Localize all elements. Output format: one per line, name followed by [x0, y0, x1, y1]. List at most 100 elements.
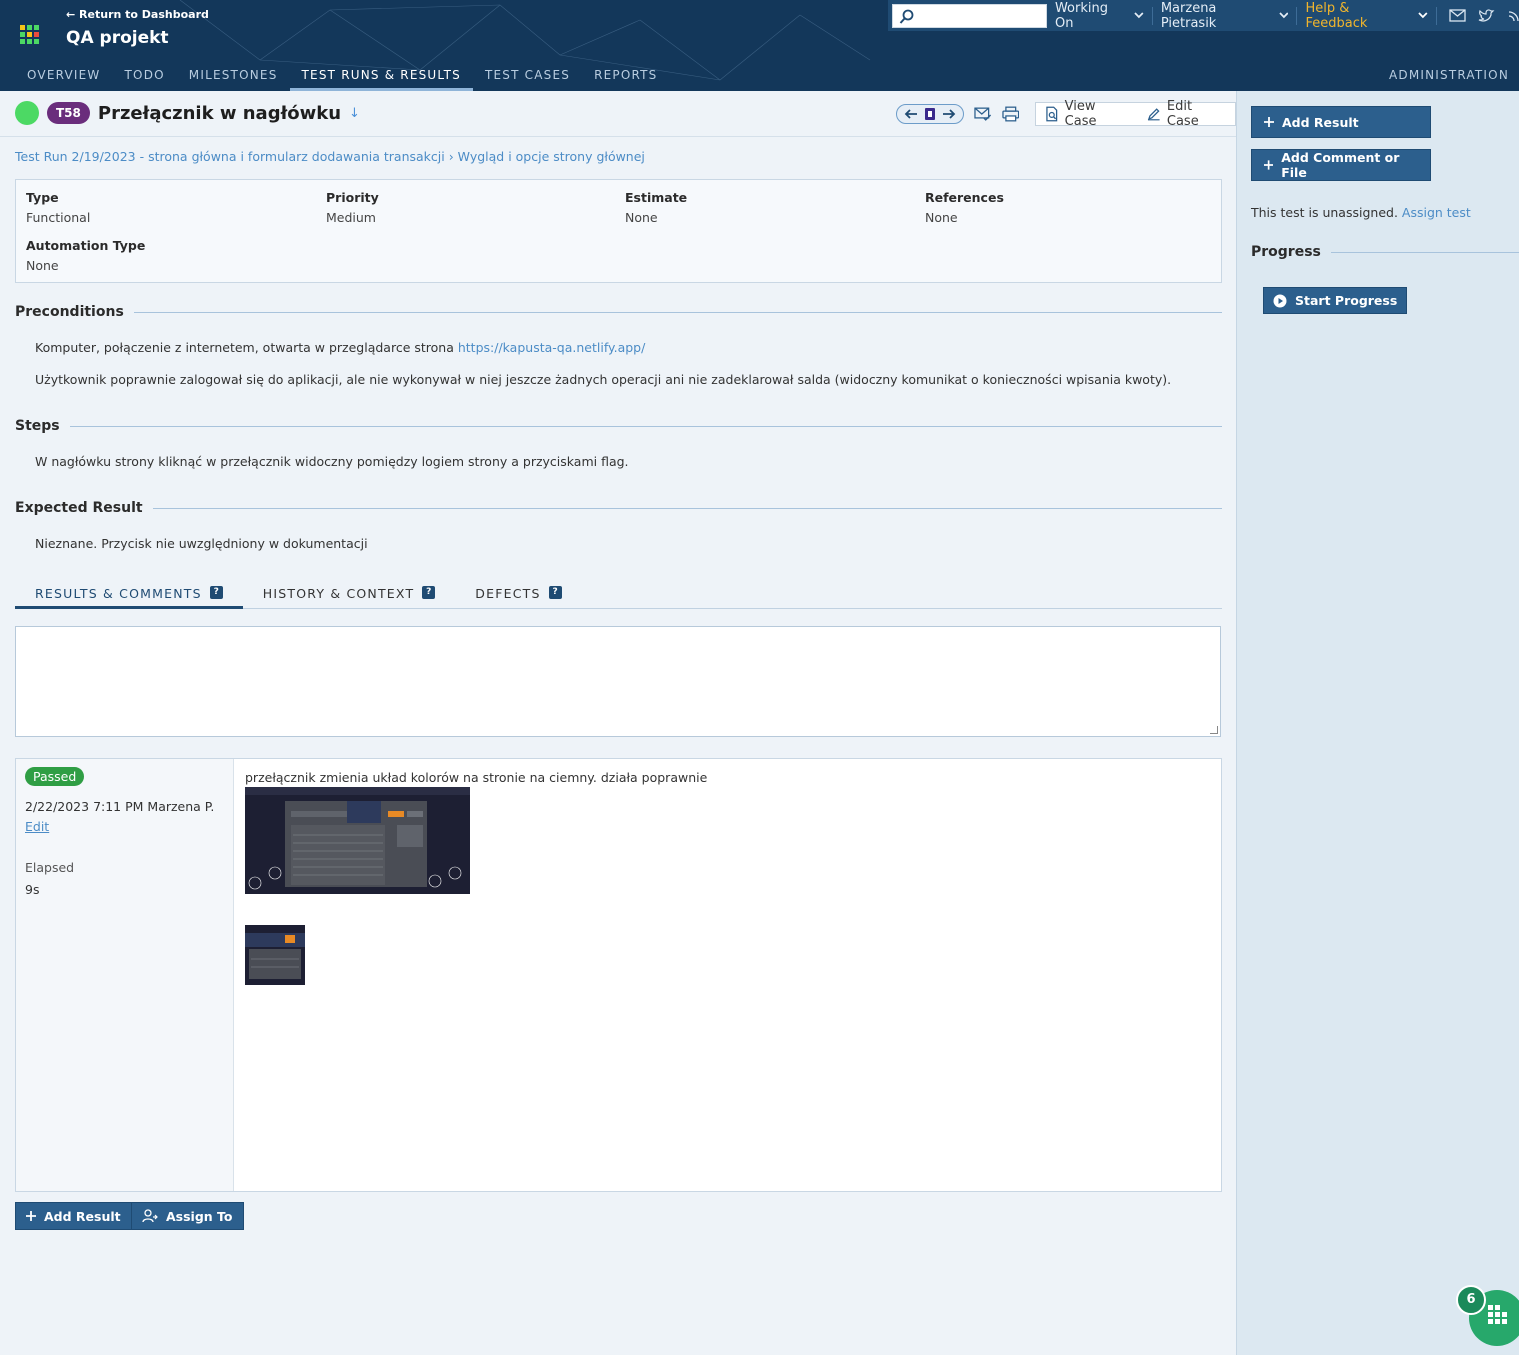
working-on-label: Working On	[1054, 0, 1108, 31]
tab-history-label: HISTORY & CONTEXT	[262, 586, 415, 601]
tab-defects[interactable]: DEFECTS ?	[455, 581, 581, 609]
add-comment-label: Add Comment or File	[1281, 150, 1400, 180]
field-estimate-label: Estimate	[625, 190, 688, 205]
project-title[interactable]: QA projekt	[66, 28, 169, 48]
tab-history-context[interactable]: HISTORY & CONTEXT ?	[243, 581, 456, 609]
nav-test-cases[interactable]: TEST CASES	[473, 60, 582, 91]
chevron-down-icon	[1418, 12, 1428, 19]
field-type: Type Functional	[26, 190, 90, 225]
app-logo-icon[interactable]	[20, 25, 39, 44]
edit-case-button[interactable]: Edit Case	[1138, 99, 1235, 129]
divider	[0, 136, 1236, 137]
field-references-value: None	[925, 210, 958, 225]
elapsed-label: Elapsed	[25, 860, 75, 875]
attachment-thumbnail[interactable]	[245, 787, 470, 894]
add-comment-button[interactable]: Add Comment or File	[1251, 149, 1431, 181]
field-references-label: References	[925, 190, 1004, 205]
assign-to-button[interactable]: Assign To	[131, 1202, 244, 1230]
working-on-menu[interactable]: Working On	[1047, 1, 1153, 31]
nav-reports[interactable]: REPORTS	[582, 60, 669, 91]
chevron-down-icon	[1279, 12, 1289, 19]
top-right-bar: Working On Marzena Pietrasik Help & Feed…	[888, 0, 1519, 31]
case-fields-box: Type Functional Priority Medium Estimate…	[15, 179, 1222, 283]
result-comment: przełącznik zmienia układ kolorów na str…	[245, 770, 708, 785]
field-estimate-value: None	[625, 210, 658, 225]
view-case-label: View Case	[1064, 99, 1097, 129]
search-input[interactable]	[892, 3, 1047, 28]
mail-icon[interactable]	[1449, 9, 1466, 22]
add-result-label: Add Result	[44, 1208, 121, 1224]
case-actions: View Case Edit Case	[1035, 99, 1237, 129]
arrow-right-icon[interactable]	[941, 108, 957, 120]
top-header: ← Return to Dashboard QA projekt OVERVIE…	[0, 0, 1519, 91]
assign-test-link[interactable]: Assign test	[1402, 205, 1471, 220]
return-to-dashboard-link[interactable]: ← Return to Dashboard	[66, 8, 209, 21]
sidebar-add-result-button[interactable]: Add Result	[1251, 106, 1431, 138]
field-priority-label: Priority	[326, 190, 379, 205]
preconditions-text: Komputer, połączenie z internetem, otwar…	[35, 340, 458, 355]
case-title: Przełącznik w nagłówku	[97, 102, 342, 124]
user-assign-icon	[142, 1209, 158, 1223]
start-progress-button[interactable]: Start Progress	[1263, 287, 1408, 314]
nav-test-runs[interactable]: TEST RUNS & RESULTS	[289, 60, 473, 91]
divider	[133, 311, 1222, 313]
expected-title: Expected Result	[15, 500, 143, 516]
view-case-button[interactable]: View Case	[1036, 99, 1138, 129]
nav-administration[interactable]: ADMINISTRATION	[1389, 68, 1509, 82]
field-automation-label: Automation Type	[26, 238, 146, 253]
nav-milestones[interactable]: MILESTONES	[177, 60, 290, 91]
case-stack-icon[interactable]	[923, 107, 937, 121]
divider	[152, 507, 1222, 509]
nav-overview[interactable]: OVERVIEW	[15, 60, 113, 91]
nav-todo[interactable]: TODO	[113, 60, 177, 91]
steps-text: W nagłówku strony kliknąć w przełącznik …	[35, 454, 629, 469]
add-result-button[interactable]: Add Result	[15, 1202, 132, 1230]
assignment-status: This test is unassigned. Assign test	[1251, 205, 1471, 220]
search-icon	[899, 9, 914, 24]
right-sidebar: Add Result Add Comment or File This test…	[1236, 91, 1519, 1355]
user-name: Marzena Pietrasik	[1160, 0, 1217, 31]
play-circle-icon	[1273, 294, 1287, 307]
case-id-badge: T58	[47, 102, 90, 124]
attachment-thumbnail[interactable]	[245, 925, 305, 985]
preconditions-title: Preconditions	[15, 304, 124, 320]
help-icon[interactable]: ?	[209, 586, 223, 599]
help-icon[interactable]: ?	[548, 586, 562, 599]
case-toolbar: View Case Edit Case	[896, 99, 1237, 129]
arrow-down-icon[interactable]: ↓	[349, 106, 360, 121]
result-date-author: 2/22/2023 7:11 PM Marzena P.	[25, 799, 215, 814]
rss-icon[interactable]	[1507, 9, 1519, 23]
help-feedback-menu[interactable]: Help & Feedback	[1297, 1, 1437, 31]
main-nav: OVERVIEW TODO MILESTONES TEST RUNS & RES…	[15, 60, 670, 91]
tab-defects-label: DEFECTS	[475, 586, 541, 601]
field-type-value: Functional	[26, 210, 91, 225]
progress-heading: Progress	[1251, 244, 1519, 260]
email-check-icon[interactable]	[974, 106, 992, 122]
notification-badge[interactable]: 6	[1456, 1285, 1486, 1315]
arrow-left-icon[interactable]	[903, 108, 919, 120]
expected-heading: Expected Result	[15, 500, 1222, 516]
resize-handle-icon[interactable]	[1210, 726, 1218, 734]
tab-results-comments[interactable]: RESULTS & COMMENTS ?	[15, 581, 243, 609]
field-priority-value: Medium	[326, 210, 376, 225]
chevron-down-icon	[1134, 12, 1144, 19]
comment-textarea[interactable]	[15, 626, 1221, 737]
elapsed-value: 9s	[25, 882, 40, 897]
field-priority: Priority Medium	[326, 190, 379, 225]
result-entry: Passed 2/22/2023 7:11 PM Marzena P. Edit…	[15, 758, 1222, 1192]
divider	[69, 425, 1222, 427]
plus-icon	[1264, 117, 1274, 127]
grid-icon	[1488, 1305, 1507, 1324]
edit-result-link[interactable]: Edit	[25, 819, 49, 834]
user-menu[interactable]: Marzena Pietrasik	[1153, 1, 1298, 31]
start-progress-label: Start Progress	[1295, 293, 1398, 308]
edit-case-label: Edit Case	[1166, 99, 1199, 129]
sidebar-add-result-label: Add Result	[1282, 114, 1359, 130]
preconditions-heading: Preconditions	[15, 304, 1222, 320]
help-icon[interactable]: ?	[422, 586, 436, 599]
breadcrumb[interactable]: Test Run 2/19/2023 - strona główna i for…	[15, 149, 645, 164]
plus-icon	[1264, 160, 1274, 170]
twitter-icon[interactable]	[1478, 8, 1495, 23]
print-icon[interactable]	[1001, 106, 1020, 122]
preconditions-link[interactable]: https://kapusta-qa.netlify.app/	[458, 340, 645, 355]
